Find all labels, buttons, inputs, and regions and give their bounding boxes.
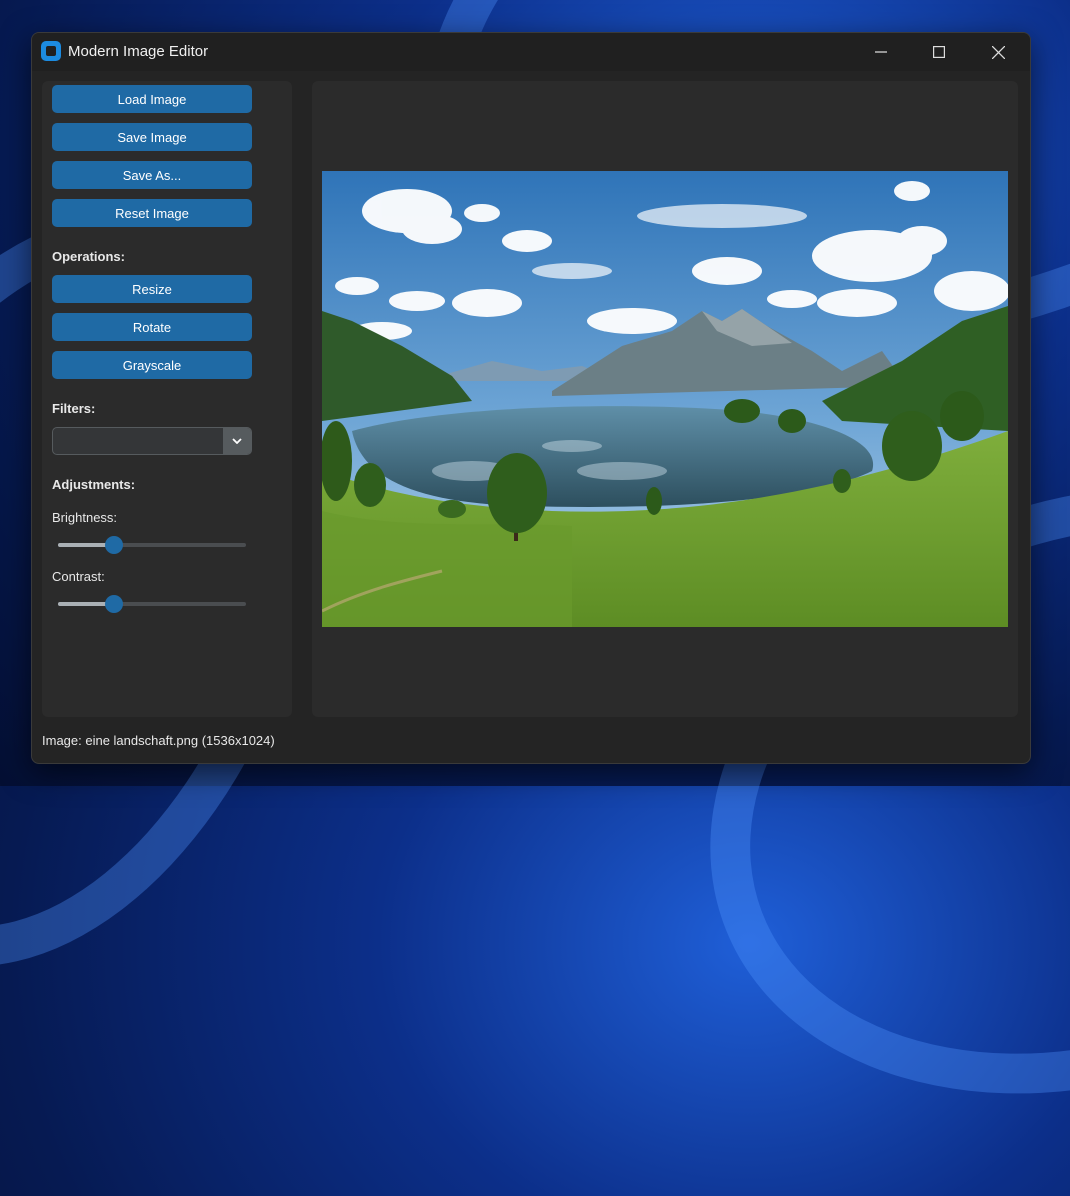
contrast-slider[interactable]: [58, 595, 246, 613]
filter-dropdown-toggle[interactable]: [223, 428, 251, 454]
image-preview: [322, 171, 1008, 627]
control-sidebar: Load Image Save Image Save As... Reset I…: [42, 81, 292, 717]
operations-heading: Operations:: [52, 249, 125, 264]
maximize-button[interactable]: [910, 33, 968, 71]
save-image-button[interactable]: Save Image: [52, 123, 252, 151]
contrast-label: Contrast:: [52, 569, 105, 584]
minimize-icon: [875, 51, 887, 53]
grayscale-button[interactable]: Grayscale: [52, 351, 252, 379]
landscape-image: [322, 171, 1008, 627]
image-canvas: [312, 81, 1018, 717]
chevron-down-icon: [232, 438, 242, 444]
reset-image-button[interactable]: Reset Image: [52, 199, 252, 227]
brightness-label: Brightness:: [52, 510, 118, 525]
filters-heading: Filters:: [52, 401, 96, 416]
minimize-button[interactable]: [852, 33, 910, 71]
status-bar: Image: eine landschaft.png (1536x1024): [42, 733, 275, 748]
load-image-button[interactable]: Load Image: [52, 85, 252, 113]
contrast-slider-handle[interactable]: [105, 595, 124, 613]
brightness-slider[interactable]: [58, 536, 246, 554]
title-bar: Modern Image Editor: [32, 33, 1030, 71]
rotate-button[interactable]: Rotate: [52, 313, 252, 341]
app-icon: [41, 41, 61, 61]
resize-button[interactable]: Resize: [52, 275, 252, 303]
save-as-button[interactable]: Save As...: [52, 161, 252, 189]
adjustments-heading: Adjustments:: [52, 477, 136, 492]
app-window: Modern Image Editor Load Image Save Imag…: [31, 32, 1031, 764]
close-icon: [991, 45, 1005, 59]
close-button[interactable]: [969, 33, 1027, 71]
window-title: Modern Image Editor: [68, 43, 209, 60]
brightness-slider-handle[interactable]: [105, 536, 124, 554]
filter-dropdown[interactable]: [52, 427, 252, 455]
maximize-icon: [933, 46, 945, 58]
